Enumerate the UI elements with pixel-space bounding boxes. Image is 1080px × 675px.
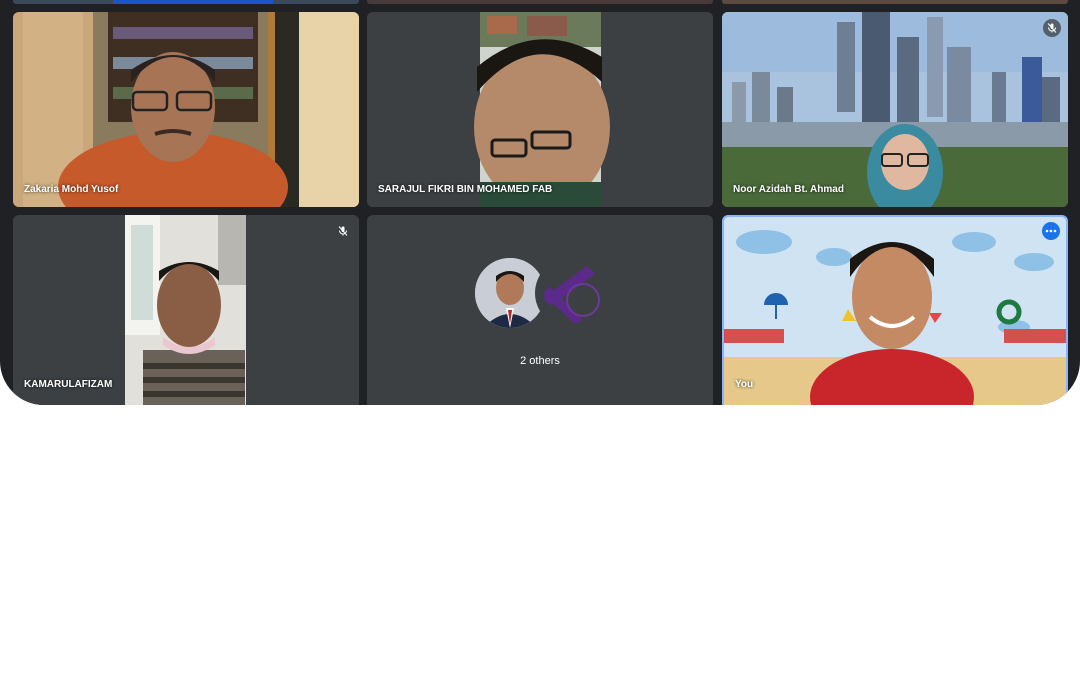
participant-video bbox=[13, 215, 359, 405]
participant-video bbox=[722, 12, 1068, 207]
more-options-icon[interactable] bbox=[1042, 222, 1060, 240]
partial-tile-strip bbox=[13, 0, 359, 4]
mic-off-icon bbox=[1043, 19, 1061, 37]
participant-tile-sarajul[interactable]: SARAJUL FIKRI BIN MOHAMED FAB bbox=[367, 12, 713, 207]
others-count-label: 2 others bbox=[520, 355, 560, 367]
participant-name: You bbox=[735, 379, 754, 390]
participant-name: SARAJUL FIKRI BIN MOHAMED FAB bbox=[378, 184, 553, 195]
meeting-grid: Zakaria Mohd Yusof SARAJUL FIKRI BIN MOH… bbox=[0, 0, 1080, 405]
participant-tile-zakaria[interactable]: Zakaria Mohd Yusof bbox=[13, 12, 359, 207]
partial-tile-strip bbox=[722, 0, 1068, 4]
partial-tile-strip bbox=[367, 0, 713, 4]
mic-off-icon bbox=[334, 222, 352, 240]
participant-tile-noor-azidah[interactable]: Noor Azidah Bt. Ahmad bbox=[722, 12, 1068, 207]
participant-name: Noor Azidah Bt. Ahmad bbox=[733, 184, 844, 195]
participant-name: Zakaria Mohd Yusof bbox=[24, 184, 119, 195]
participant-video bbox=[367, 12, 713, 207]
participant-video bbox=[13, 12, 359, 207]
avatar bbox=[535, 258, 605, 328]
participant-tile-kamarulafizam[interactable]: KAMARULAFIZAM bbox=[13, 215, 359, 405]
participant-name: KAMARULAFIZAM bbox=[24, 379, 113, 390]
participant-tile-self[interactable]: You bbox=[722, 215, 1068, 405]
participant-tile-others[interactable]: 2 others bbox=[367, 215, 713, 405]
participant-video bbox=[724, 217, 1066, 405]
